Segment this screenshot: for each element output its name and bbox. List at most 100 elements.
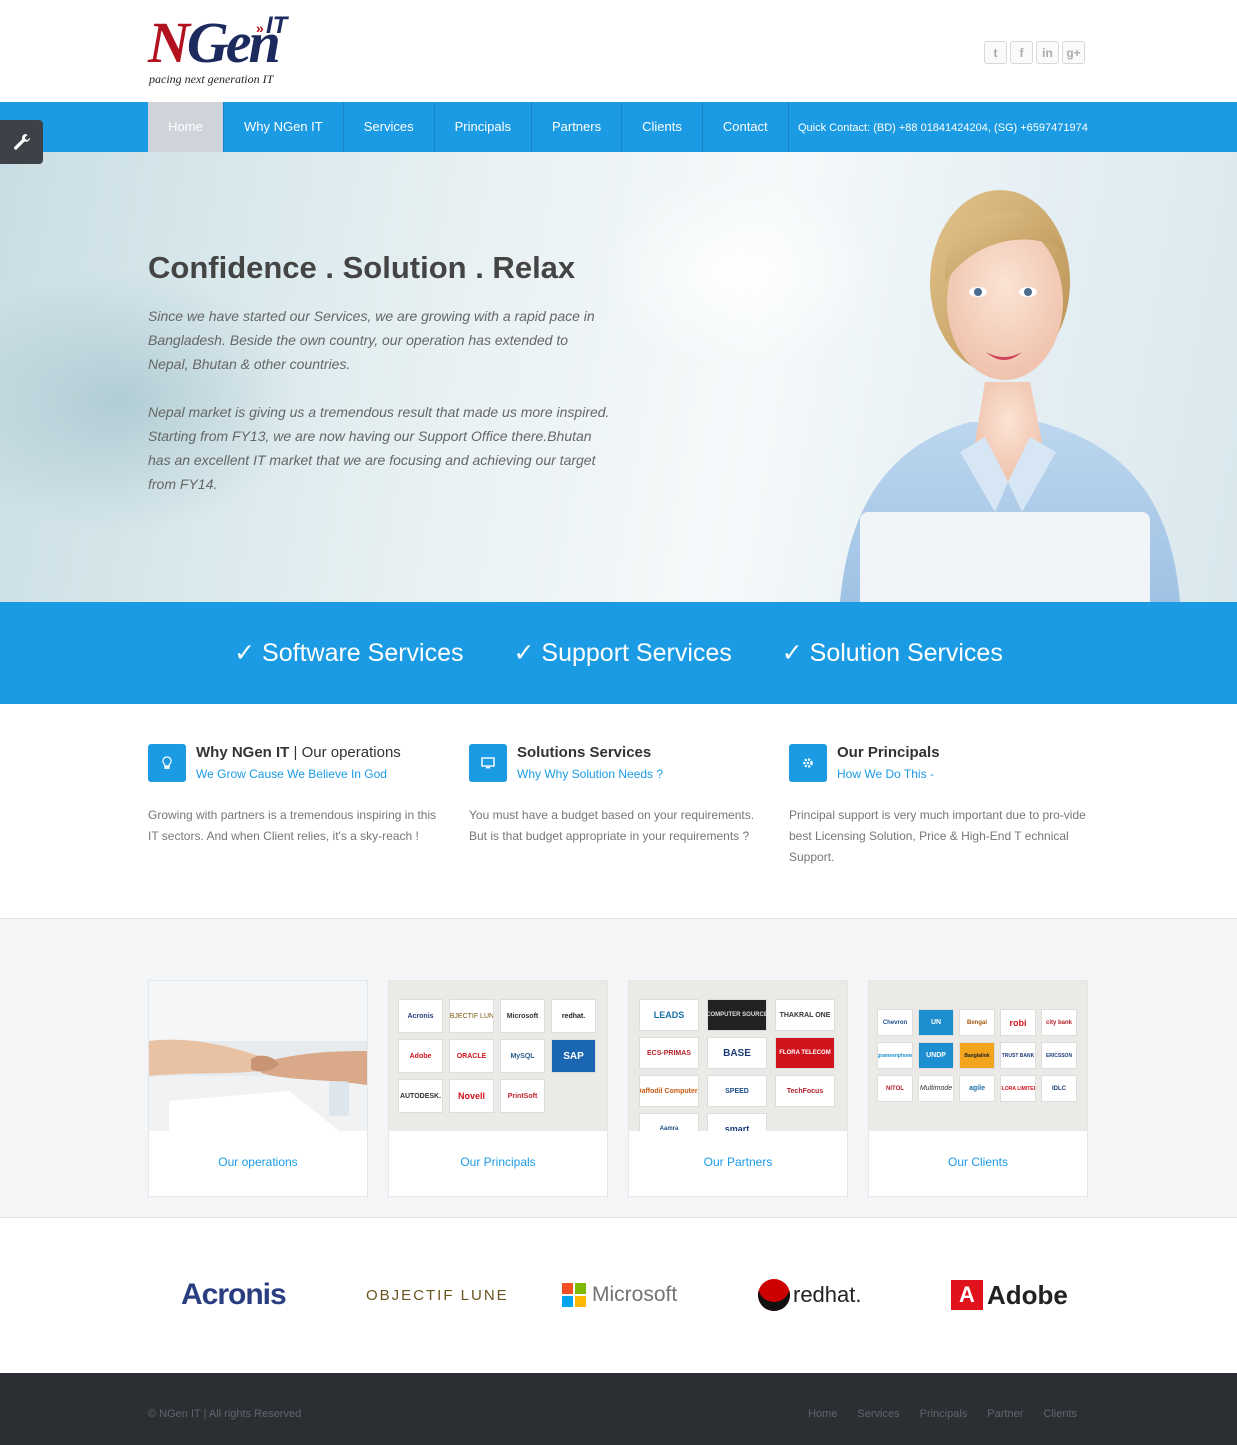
- hero-woman-image: [840, 190, 1180, 602]
- partners-logos: LEADS COMPUTER SOURCE THAKRAL ONE ECS-PR…: [629, 981, 847, 1131]
- portfolio-section: Our operations Acronis OBJECTIF LUNE Mic…: [0, 918, 1237, 1218]
- microsoft-logo: Microsoft: [500, 999, 545, 1033]
- robi-logo: robi: [1000, 1009, 1036, 1036]
- twitter-icon[interactable]: t: [984, 41, 1007, 64]
- footer-link-services[interactable]: Services: [857, 1408, 899, 1420]
- city-bank-logo: city bank: [1041, 1009, 1077, 1036]
- linkedin-icon[interactable]: in: [1036, 41, 1059, 64]
- nav-services[interactable]: Services: [344, 102, 435, 152]
- site-footer: © NGen IT | All rights Reserved Home Ser…: [0, 1373, 1237, 1445]
- daffodil-logo: Aamra: [639, 1113, 699, 1131]
- footer-link-clients[interactable]: Clients: [1043, 1408, 1077, 1420]
- operations-card[interactable]: Our operations: [148, 980, 368, 1197]
- thakral-one-logo: THAKRAL ONE: [775, 999, 835, 1031]
- techfocus-logo: SPEED: [707, 1075, 767, 1107]
- brand-logos-strip: Acronis OBJECTIF LUNE Microsoft redhat. …: [148, 1260, 1088, 1340]
- microsoft-windows-icon: [562, 1283, 586, 1307]
- copyright: © NGen IT | All rights Reserved: [148, 1408, 302, 1420]
- card-caption[interactable]: Our Partners: [629, 1131, 847, 1197]
- nav-clients[interactable]: Clients: [622, 102, 703, 152]
- hero-paragraph-1: Since we have started our Services, we a…: [148, 308, 595, 372]
- feature-title: Solutions Services: [517, 744, 652, 761]
- hero-banner: Confidence . Solution . Relax Since we h…: [0, 152, 1237, 602]
- wrench-icon[interactable]: [0, 120, 43, 164]
- feature-subtitle[interactable]: Why Why Solution Needs ?: [517, 767, 663, 781]
- nav-partners[interactable]: Partners: [532, 102, 623, 152]
- gear-icon: [789, 744, 827, 782]
- smart-logo: smart: [707, 1113, 767, 1131]
- footer-nav: Home Services Principals Partner Clients: [808, 1408, 1077, 1420]
- software-services-label: ✓ Software Services: [234, 639, 464, 667]
- novell-logo: Novell: [449, 1079, 494, 1113]
- partners-card[interactable]: LEADS COMPUTER SOURCE THAKRAL ONE ECS-PR…: [628, 980, 848, 1197]
- google-plus-icon[interactable]: g+: [1062, 41, 1085, 64]
- footer-link-partner[interactable]: Partner: [987, 1408, 1023, 1420]
- sap-logo: SAP: [551, 1039, 596, 1073]
- hero-paragraph-2: Nepal market is giving us a tremendous r…: [148, 404, 610, 492]
- acronis-logo: Acronis: [398, 999, 443, 1033]
- oracle-logo: ORACLE: [449, 1039, 494, 1073]
- quick-contact: Quick Contact: (BD) +88 01841424204, (SG…: [798, 122, 1088, 134]
- undp-logo: UNDP: [918, 1042, 954, 1069]
- card-caption[interactable]: Our Principals: [389, 1131, 607, 1197]
- logo-it: IT: [266, 12, 288, 39]
- adobe-a-icon: A: [951, 1280, 983, 1310]
- printsoft-logo: PrintSoft: [500, 1079, 545, 1113]
- trust-bank-logo: TRUST BANK: [1000, 1042, 1036, 1069]
- mysql-logo: MySQL: [500, 1039, 545, 1073]
- bengal-logo: Bengal: [959, 1009, 995, 1036]
- lightbulb-icon: [148, 744, 186, 782]
- speed-logo: Daffodil Computers: [639, 1075, 699, 1107]
- nav-contact[interactable]: Contact: [703, 102, 789, 152]
- clients-card[interactable]: Chevron UN Bengal robi city bank grameen…: [868, 980, 1088, 1197]
- objectif-lune-brand-logo[interactable]: OBJECTIF LUNE: [366, 1260, 509, 1330]
- nav-principals[interactable]: Principals: [435, 102, 532, 152]
- flora-limited-logo: FLORA LIMITED: [1000, 1075, 1036, 1102]
- main-nav: Home Why NGen IT Services Principals Par…: [0, 102, 1237, 152]
- feature-subtitle[interactable]: We Grow Cause We Believe In God: [196, 767, 387, 781]
- social-links: t f in g+: [984, 41, 1085, 64]
- feature-title: Our Principals: [837, 744, 940, 761]
- flora-telecom-logo: FLORA TELECOM: [775, 1037, 835, 1069]
- feature-body: Principal support is very much important…: [789, 808, 1086, 864]
- logo-arrows: »: [256, 20, 264, 36]
- feature-body: Growing with partners is a tremendous in…: [148, 808, 437, 843]
- clients-logos: Chevron UN Bengal robi city bank grameen…: [869, 981, 1087, 1131]
- objectif-lune-logo: OBJECTIF LUNE: [449, 999, 494, 1033]
- adobe-logo: Adobe: [398, 1039, 443, 1073]
- solution-services-label: ✓ Solution Services: [781, 639, 1003, 667]
- principals-logos: Acronis OBJECTIF LUNE Microsoft redhat. …: [389, 981, 607, 1131]
- nav-home[interactable]: Home: [148, 102, 224, 152]
- chevron-logo: Chevron: [877, 1009, 913, 1036]
- redhat-logo: redhat.: [551, 999, 596, 1033]
- features-section: Why NGen IT | Our operations We Grow Cau…: [148, 744, 1088, 874]
- ericsson-logo: ERICSSON: [1041, 1042, 1077, 1069]
- base-logo: BASE: [707, 1037, 767, 1069]
- aamra-logo: TechFocus: [775, 1075, 835, 1107]
- un-logo: UN: [918, 1009, 954, 1036]
- acronis-brand-logo[interactable]: Acronis: [181, 1260, 287, 1330]
- autodesk-logo: AUTODESK.: [398, 1079, 443, 1113]
- feature-subtitle[interactable]: How We Do This -: [837, 767, 934, 781]
- principals-card[interactable]: Acronis OBJECTIF LUNE Microsoft redhat. …: [388, 980, 608, 1197]
- services-band: ✓ Software Services ✓ Support Services ✓…: [0, 602, 1237, 704]
- redhat-brand-logo[interactable]: redhat.: [758, 1260, 862, 1330]
- monitor-icon: [469, 744, 507, 782]
- card-caption[interactable]: Our Clients: [869, 1131, 1087, 1197]
- redhat-shadowman-icon: [758, 1279, 790, 1311]
- multimode-logo: Multimode: [918, 1075, 954, 1102]
- footer-link-principals[interactable]: Principals: [920, 1408, 968, 1420]
- nitol-logo: NITOL: [877, 1075, 913, 1102]
- logo-tagline: pacing next generation IT: [149, 72, 274, 86]
- computer-source-logo: COMPUTER SOURCE: [707, 999, 767, 1031]
- microsoft-brand-logo[interactable]: Microsoft: [562, 1260, 677, 1330]
- idlc-logo: IDLC: [1041, 1075, 1077, 1102]
- card-caption[interactable]: Our operations: [149, 1131, 367, 1197]
- facebook-icon[interactable]: f: [1010, 41, 1033, 64]
- adobe-brand-logo[interactable]: A Adobe: [951, 1260, 1068, 1330]
- leads-logo: LEADS: [639, 999, 699, 1031]
- ngen-it-logo[interactable]: NGen » IT pacing next generation IT: [148, 10, 308, 90]
- footer-link-home[interactable]: Home: [808, 1408, 837, 1420]
- banglalink-logo: Banglalink: [959, 1042, 995, 1069]
- nav-why-ngen-it[interactable]: Why NGen IT: [224, 102, 344, 152]
